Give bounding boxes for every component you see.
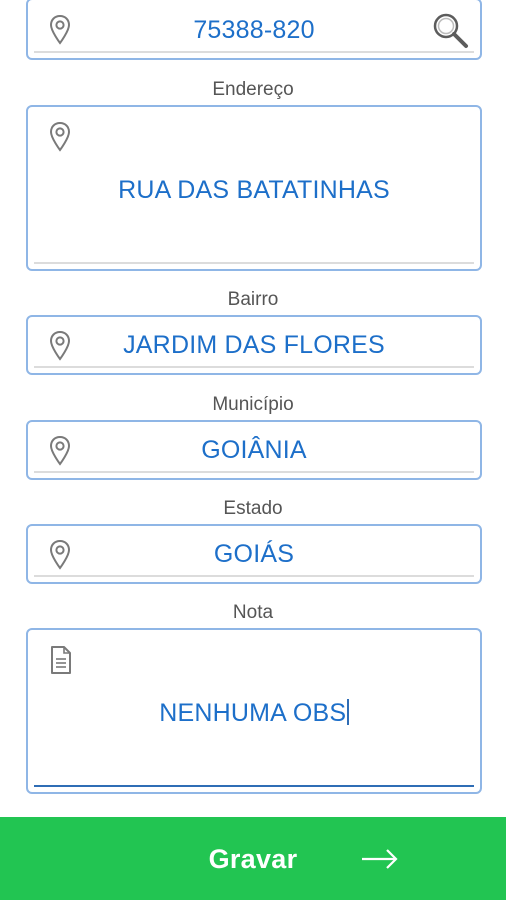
estado-underline <box>34 575 474 577</box>
estado-value: GOIÁS <box>213 540 295 568</box>
endereco-underline <box>34 262 474 264</box>
cep-value: 75388-820 <box>193 16 315 44</box>
bairro-underline <box>34 366 474 368</box>
municipio-underline <box>34 471 474 473</box>
text-cursor <box>347 699 349 725</box>
municipio-field[interactable]: GOIÂNIA <box>26 420 482 480</box>
save-button[interactable]: Gravar <box>0 817 506 900</box>
estado-field[interactable]: GOIÁS <box>26 524 482 584</box>
endereco-value: RUA DAS BATATINHAS <box>118 176 390 204</box>
nota-value: NENHUMA OBS <box>159 699 347 727</box>
nota-underline <box>34 785 474 787</box>
cep-field[interactable]: 75388-820 <box>26 0 482 60</box>
cep-underline <box>34 51 474 53</box>
estado-label: Estado <box>223 498 283 519</box>
municipio-label: Município <box>212 394 294 415</box>
endereco-label: Endereço <box>212 79 294 100</box>
document-icon <box>51 646 71 674</box>
search-icon[interactable] <box>430 10 472 52</box>
municipio-value: GOIÂNIA <box>201 436 307 464</box>
nota-field[interactable]: NENHUMA OBS <box>26 628 482 794</box>
bairro-value: JARDIM DAS FLORES <box>123 331 385 359</box>
bairro-field[interactable]: JARDIM DAS FLORES <box>26 315 482 375</box>
save-button-label: Gravar <box>208 844 298 874</box>
endereco-field[interactable]: RUA DAS BATATINHAS <box>26 105 482 271</box>
bairro-label: Bairro <box>227 289 279 310</box>
nota-value-row: NENHUMA OBS <box>28 699 480 728</box>
arrow-right-icon <box>362 849 398 869</box>
location-pin-icon <box>49 121 71 152</box>
nota-label: Nota <box>232 602 274 623</box>
